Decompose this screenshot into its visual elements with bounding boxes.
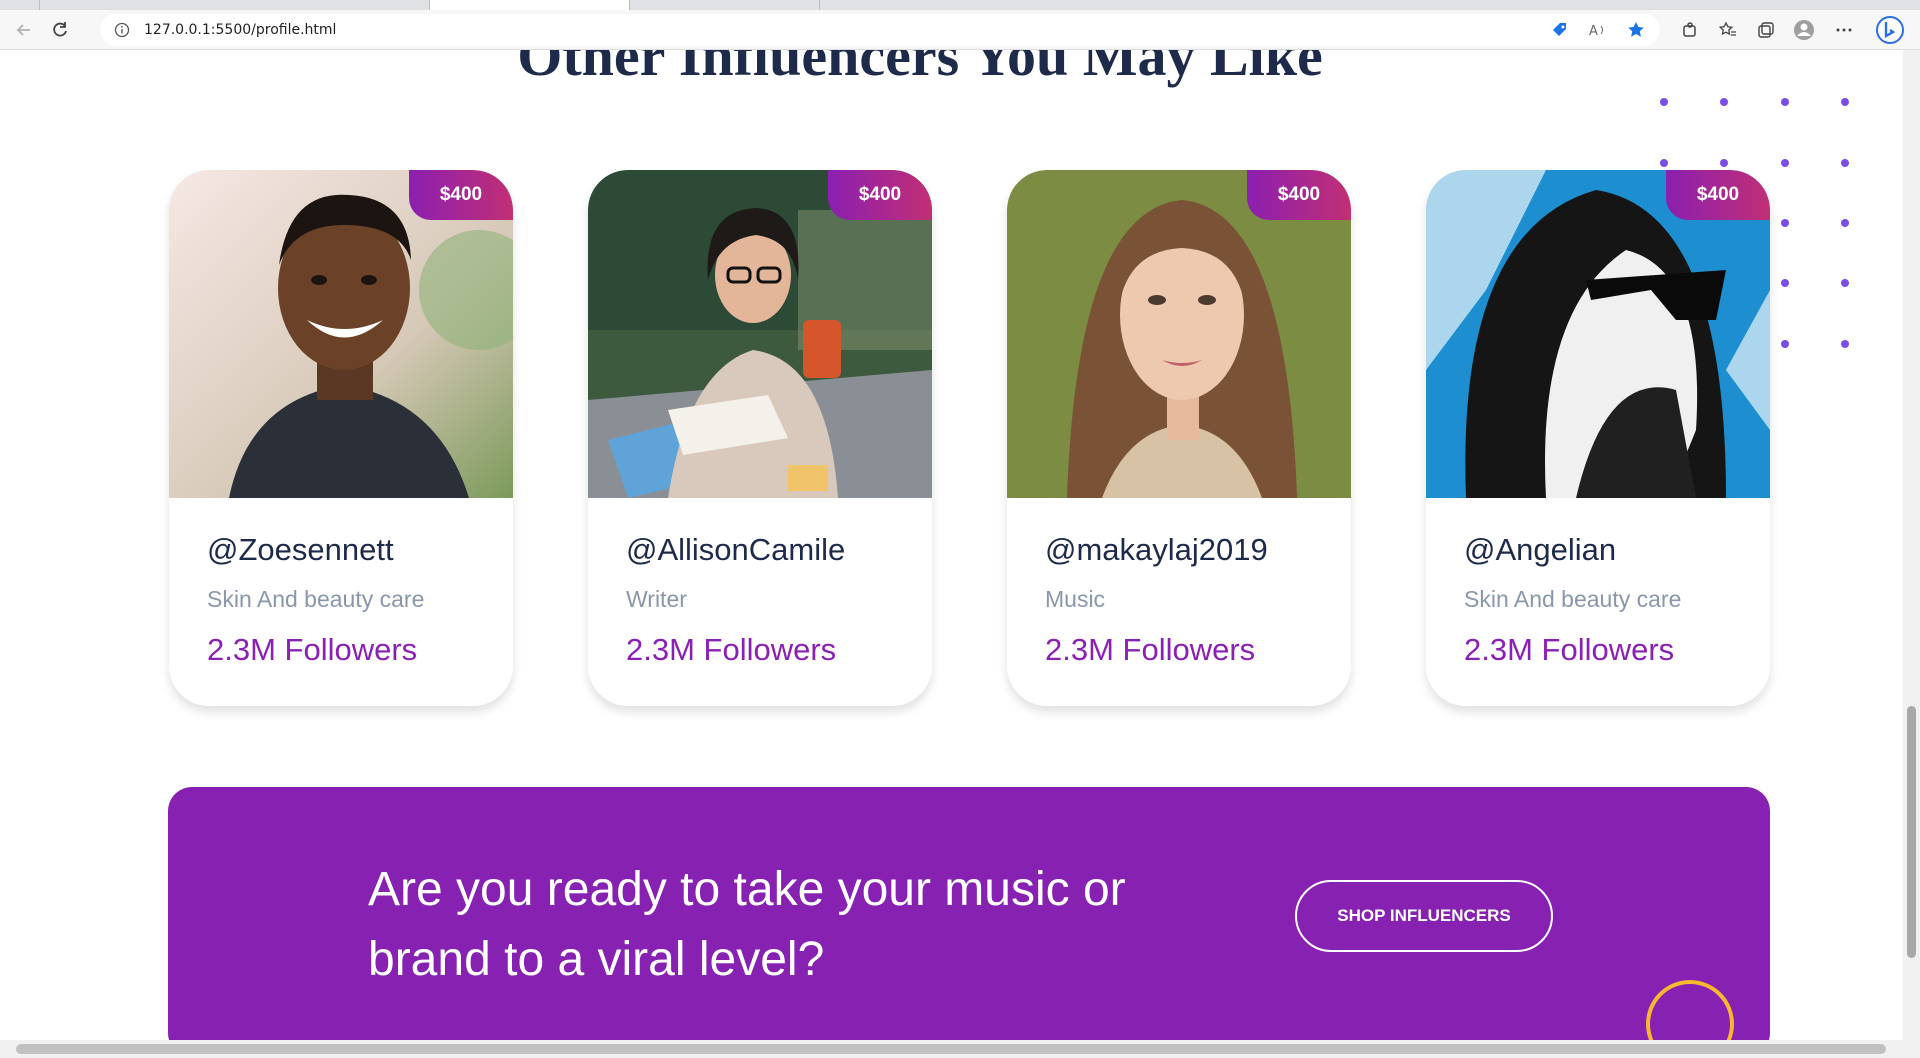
collections-icon[interactable] bbox=[1752, 16, 1780, 44]
tab[interactable] bbox=[0, 0, 40, 10]
more-menu-icon[interactable] bbox=[1830, 16, 1858, 44]
price-badge: $400 bbox=[1666, 170, 1770, 220]
info-icon[interactable] bbox=[114, 22, 130, 38]
influencer-card[interactable]: $400 @makaylaj2019 Music 2.3M Followers bbox=[1007, 170, 1351, 706]
tab-strip bbox=[0, 0, 1920, 10]
influencer-handle[interactable]: @AllisonCamile bbox=[626, 532, 845, 568]
price-badge: $400 bbox=[409, 170, 513, 220]
cta-headline: Are you ready to take your music or bran… bbox=[368, 863, 1126, 986]
price-badge: $400 bbox=[828, 170, 932, 220]
vertical-scrollbar-thumb[interactable] bbox=[1907, 706, 1916, 958]
tab[interactable] bbox=[40, 0, 430, 10]
influencer-handle[interactable]: @Zoesennett bbox=[207, 532, 394, 568]
decorative-ring bbox=[1646, 980, 1734, 1040]
extensions-icon[interactable] bbox=[1676, 16, 1704, 44]
follower-count: 2.3M Followers bbox=[207, 632, 418, 667]
favorites-icon[interactable] bbox=[1714, 16, 1742, 44]
bing-chat-icon[interactable] bbox=[1874, 14, 1906, 46]
section-title: Other Influencers You May Like bbox=[517, 50, 1323, 88]
read-aloud-icon[interactable]: A bbox=[1588, 20, 1608, 40]
tag-icon[interactable] bbox=[1550, 20, 1570, 40]
influencer-category: Music bbox=[1045, 586, 1106, 612]
profile-avatar-icon[interactable] bbox=[1790, 16, 1818, 44]
refresh-icon[interactable] bbox=[46, 16, 74, 44]
tab-active[interactable] bbox=[430, 0, 630, 10]
tab[interactable] bbox=[630, 0, 820, 10]
page-content: Other Influencers You May Like $400 @Zoe… bbox=[0, 50, 1903, 1040]
back-icon[interactable] bbox=[10, 16, 38, 44]
influencer-card[interactable]: $400 @AllisonCamile Writer 2.3M Follower… bbox=[588, 170, 932, 706]
address-bar[interactable]: 127.0.0.1:5500/profile.html A bbox=[100, 14, 1660, 46]
svg-text:A: A bbox=[1589, 24, 1598, 39]
follower-count: 2.3M Followers bbox=[1464, 632, 1675, 667]
horizontal-scrollbar[interactable] bbox=[0, 1040, 1920, 1058]
influencer-card[interactable]: $400 @Angelian Skin And beauty care 2.3M… bbox=[1426, 170, 1770, 706]
shop-influencers-button[interactable]: SHOP INFLUENCERS bbox=[1295, 880, 1553, 952]
browser-window: 127.0.0.1:5500/profile.html A Other Infl… bbox=[0, 0, 1920, 1058]
influencer-category: Writer bbox=[626, 586, 687, 612]
influencer-category: Skin And beauty care bbox=[1464, 586, 1682, 612]
favorite-star-icon[interactable] bbox=[1626, 20, 1646, 40]
influencer-handle[interactable]: @makaylaj2019 bbox=[1045, 532, 1268, 568]
vertical-scrollbar[interactable] bbox=[1903, 50, 1920, 1040]
follower-count: 2.3M Followers bbox=[626, 632, 837, 667]
influencer-category: Skin And beauty care bbox=[207, 586, 425, 612]
price-badge: $400 bbox=[1247, 170, 1351, 220]
url-text: 127.0.0.1:5500/profile.html bbox=[144, 22, 337, 38]
cta-banner: Are you ready to take your music or bran… bbox=[168, 787, 1770, 1040]
influencer-handle[interactable]: @Angelian bbox=[1464, 532, 1616, 568]
follower-count: 2.3M Followers bbox=[1045, 632, 1256, 667]
influencer-card[interactable]: $400 @Zoesennett Skin And beauty care 2.… bbox=[169, 170, 513, 706]
browser-toolbar: 127.0.0.1:5500/profile.html A bbox=[0, 10, 1920, 50]
horizontal-scrollbar-thumb[interactable] bbox=[16, 1044, 1886, 1054]
